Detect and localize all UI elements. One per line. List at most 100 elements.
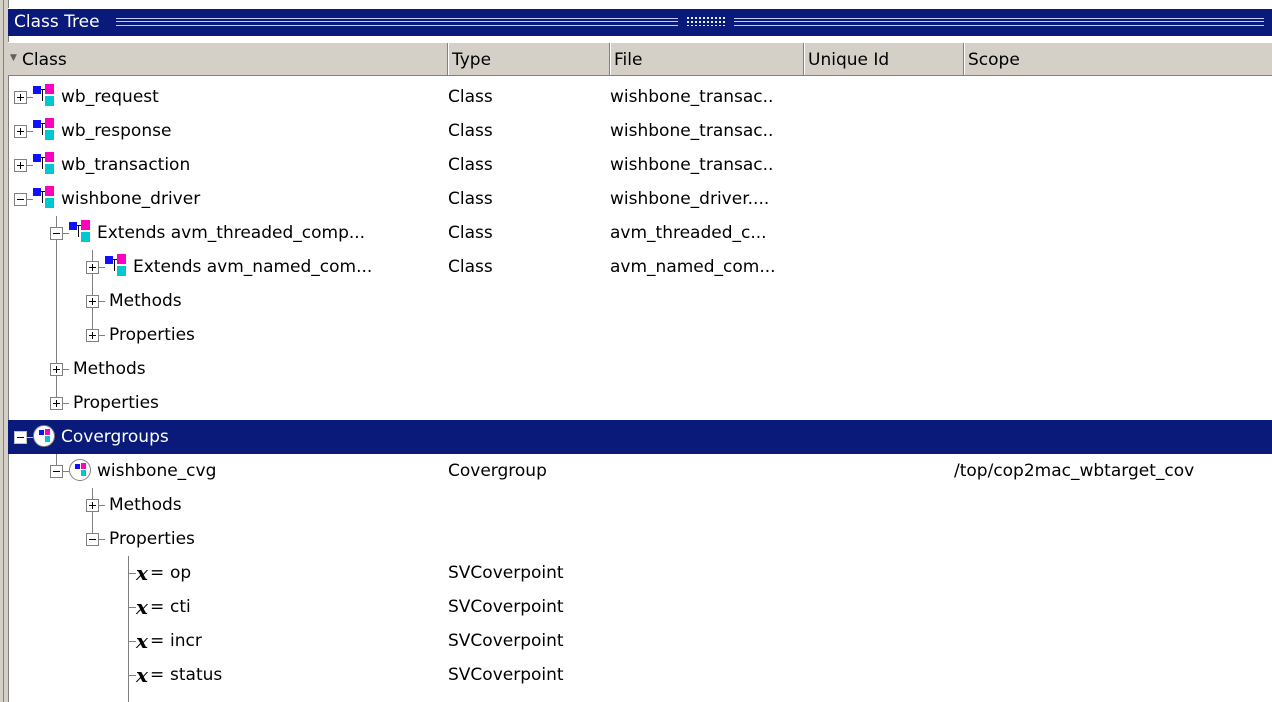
cell-file: wishbone_transac.. [610, 121, 774, 141]
tree-connector [128, 641, 136, 642]
tree-row[interactable]: x = status SVCoverpoint [8, 658, 1272, 692]
variable-icon: x [136, 561, 148, 585]
tree-item-label: Methods [109, 495, 182, 515]
expand-plus-icon[interactable] [14, 159, 27, 172]
tree-row[interactable]: Properties [8, 386, 1272, 420]
class-icon [33, 186, 55, 210]
expand-plus-icon[interactable] [86, 329, 99, 342]
tree-item-label: wb_response [61, 121, 172, 141]
tree-item-label: Methods [73, 359, 146, 379]
cell-type: SVCoverpoint [448, 631, 564, 651]
cell-scope: /top/cop2mac_wbtarget_cov [954, 461, 1195, 481]
expand-plus-icon[interactable] [86, 295, 99, 308]
cell-type: Class [448, 257, 493, 277]
collapse-minus-icon[interactable] [50, 227, 63, 240]
expand-plus-icon[interactable] [50, 363, 63, 376]
tree-row[interactable]: wishbone_cvg Covergroup/top/cop2mac_wbtar… [8, 454, 1272, 488]
class-icon [69, 220, 91, 244]
class-icon [33, 152, 55, 176]
cell-type: Class [448, 155, 493, 175]
tree-row[interactable]: Properties [8, 318, 1272, 352]
tree-connector [128, 573, 136, 574]
column-unique-id[interactable]: Unique Id [804, 43, 965, 75]
tree-row[interactable]: wb_transaction Class wishbone_transac.. [8, 148, 1272, 182]
tree-row[interactable]: x = incr SVCoverpoint [8, 624, 1272, 658]
variable-equals-glyph: = [150, 563, 165, 583]
cell-type: Class [448, 223, 493, 243]
column-file[interactable]: File [610, 43, 805, 75]
title-rail-left [116, 18, 678, 26]
tree-row[interactable]: Extends avm_named_com... Class avm_named_c… [8, 250, 1272, 284]
class-icon [33, 84, 55, 108]
column-scope[interactable]: Scope [964, 43, 1272, 75]
tree-row[interactable]: x = cti SVCoverpoint [8, 590, 1272, 624]
cell-type: SVCoverpoint [448, 597, 564, 617]
tree-item-label: Properties [109, 325, 195, 345]
tree-row[interactable]: Methods [8, 284, 1272, 318]
title-rail-right [734, 18, 1264, 26]
tree-row[interactable]: wishbone_driver Class wishbone_driver.... [8, 182, 1272, 216]
tree-item-label: Properties [109, 529, 195, 549]
expand-plus-icon[interactable] [86, 499, 99, 512]
tree-item-label: incr [170, 631, 202, 651]
column-class[interactable]: Class [8, 43, 449, 75]
tree-row[interactable]: Covergroups [8, 420, 1272, 454]
cell-file: avm_threaded_c... [610, 223, 767, 243]
class-tree-window: Class Tree ▼ Class Type File Unique Id S… [0, 0, 1272, 702]
column-class-label: Class [22, 50, 67, 70]
collapse-minus-icon[interactable] [50, 465, 63, 478]
tree-row[interactable]: x = op SVCoverpoint [8, 556, 1272, 590]
collapse-minus-icon[interactable] [14, 431, 27, 444]
tree-row[interactable]: wb_request Class wishbone_transac.. [8, 80, 1272, 114]
expand-plus-icon[interactable] [14, 91, 27, 104]
tree-row[interactable]: Methods [8, 488, 1272, 522]
cell-type: SVCoverpoint [448, 665, 564, 685]
covergroup-icon [69, 459, 91, 481]
column-type-label: Type [452, 50, 492, 70]
expand-plus-icon[interactable] [86, 261, 99, 274]
variable-icon: x [136, 663, 148, 687]
tree-row[interactable]: Extends avm_threaded_comp... Class avm_thr… [8, 216, 1272, 250]
covergroup-icon [33, 425, 55, 447]
tree-connector [128, 607, 136, 608]
tree-connector [128, 675, 136, 676]
column-type[interactable]: Type [448, 43, 611, 75]
collapse-minus-icon[interactable] [14, 193, 27, 206]
tree-connector [63, 369, 69, 370]
tree-connector [99, 505, 105, 506]
tree-item-label: Extends avm_threaded_comp... [97, 223, 366, 243]
tree-connector [99, 539, 105, 540]
column-unique-id-label: Unique Id [808, 50, 890, 70]
tree-connector [99, 335, 105, 336]
variable-equals-glyph: = [150, 597, 165, 617]
tree-row[interactable]: Methods [8, 352, 1272, 386]
expand-plus-icon[interactable] [14, 125, 27, 138]
tree-item-label: status [170, 665, 223, 685]
tree-item-label: wb_transaction [61, 155, 191, 175]
tree-row[interactable]: wb_response Class wishbone_transac.. [8, 114, 1272, 148]
variable-equals-glyph: = [150, 631, 165, 651]
column-file-label: File [614, 50, 643, 70]
cell-file: avm_named_com... [610, 257, 776, 277]
drag-grip-icon[interactable] [686, 16, 726, 26]
cell-type: Class [448, 87, 493, 107]
title-bar[interactable]: Class Tree [8, 8, 1272, 36]
expand-plus-icon[interactable] [50, 397, 63, 410]
class-tree: wb_request Class wishbone_transac.. wb_resp… [8, 80, 1272, 702]
tree-item-label: Covergroups [61, 427, 169, 447]
variable-icon: x [136, 629, 148, 653]
cell-type: Class [448, 121, 493, 141]
tree-item-label: Methods [109, 291, 182, 311]
cell-file: wishbone_transac.. [610, 87, 774, 107]
class-icon [33, 118, 55, 142]
tree-row[interactable]: Properties [8, 522, 1272, 556]
tree-item-label: op [170, 563, 192, 583]
cell-file: wishbone_driver.... [610, 189, 770, 209]
tree-connector [63, 403, 69, 404]
tree-item-label: Properties [73, 393, 159, 413]
collapse-minus-icon[interactable] [86, 533, 99, 546]
variable-icon: x [136, 595, 148, 619]
cell-type: Class [448, 189, 493, 209]
window-title: Class Tree [14, 12, 100, 32]
variable-equals-glyph: = [150, 665, 165, 685]
